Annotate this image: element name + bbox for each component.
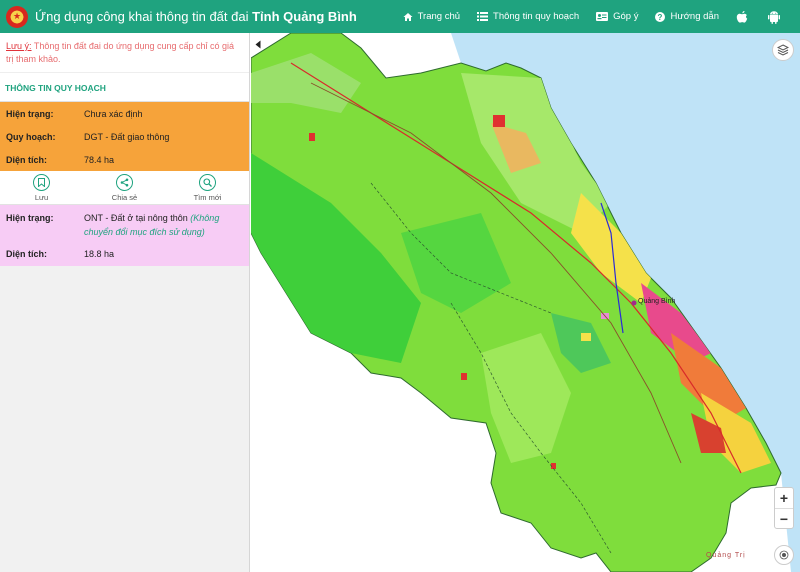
zoom-control: + − [774, 487, 794, 529]
share-icon [116, 173, 133, 191]
info-row-area: Diện tích: 78.4 ha [6, 154, 115, 165]
svg-text:?: ? [658, 13, 663, 22]
nav-planning-info[interactable]: Thông tin quy hoạch [477, 11, 579, 22]
caret-left-icon [255, 40, 261, 48]
nav-feedback[interactable]: Góp ý [596, 11, 638, 22]
map-canvas[interactable] [251, 33, 800, 572]
city-label: Quảng Bình [638, 298, 676, 305]
zoom-out-button[interactable]: − [775, 508, 793, 528]
share-button[interactable]: Chia sẻ [83, 171, 166, 204]
national-emblem-logo: ★ [6, 5, 28, 28]
info-sidebar: Lưu ý: Thông tin đất đai do ứng dụng cun… [0, 33, 250, 572]
action-bar: Lưu Chia sẻ Tìm mới [0, 171, 249, 205]
app-title: Ứng dụng công khai thông tin đất đai Tỉn… [35, 9, 357, 24]
city-marker [631, 300, 637, 306]
locate-icon [779, 550, 789, 560]
info-row-current-status-2: Hiện trạng: ONT - Đất ở tại nông thôn (K… [6, 213, 220, 237]
layers-icon [777, 44, 789, 56]
section-title: THÔNG TIN QUY HOẠCH [0, 72, 249, 102]
info-row-current-status: Hiện trạng: Chưa xác định [6, 108, 143, 119]
info-row-area-2: Diện tích: 18.8 ha [6, 248, 115, 259]
save-button[interactable]: Lưu [0, 171, 83, 204]
home-icon [403, 12, 413, 21]
zoom-in-button[interactable]: + [775, 488, 793, 508]
apple-app-link[interactable] [736, 10, 748, 24]
locate-button[interactable] [774, 545, 794, 565]
info-row-planning: Quy hoạch: DGT - Đất giao thông [6, 131, 170, 142]
nav-guide[interactable]: ? Hướng dẫn [655, 11, 719, 22]
android-icon [768, 10, 780, 24]
id-card-icon [596, 12, 609, 21]
nav-home[interactable]: Trang chủ [403, 11, 460, 22]
planning-block-primary: Hiện trạng: Chưa xác định Quy hoạch: DGT… [0, 102, 249, 171]
top-nav: Trang chủ Thông tin quy hoạch Góp ý ? Hư… [403, 0, 800, 33]
apple-icon [736, 10, 748, 23]
question-icon: ? [655, 11, 666, 22]
list-icon [477, 12, 489, 21]
app-header: ★ Ứng dụng công khai thông tin đất đai T… [0, 0, 800, 33]
collapse-sidebar-button[interactable] [252, 36, 264, 52]
search-icon [199, 173, 216, 191]
android-app-link[interactable] [768, 10, 780, 24]
neighbor-province-label: Quảng Trị [706, 552, 746, 559]
disclaimer-note: Lưu ý: Thông tin đất đai do ứng dụng cun… [0, 33, 249, 72]
planning-block-secondary: Hiện trạng: ONT - Đất ở tại nông thôn (K… [0, 205, 249, 266]
bookmark-icon [33, 173, 50, 191]
land-use-map[interactable]: Quảng Bình Quảng Trị [251, 33, 800, 572]
new-search-button[interactable]: Tìm mới [166, 171, 249, 204]
layers-button[interactable] [772, 39, 794, 61]
